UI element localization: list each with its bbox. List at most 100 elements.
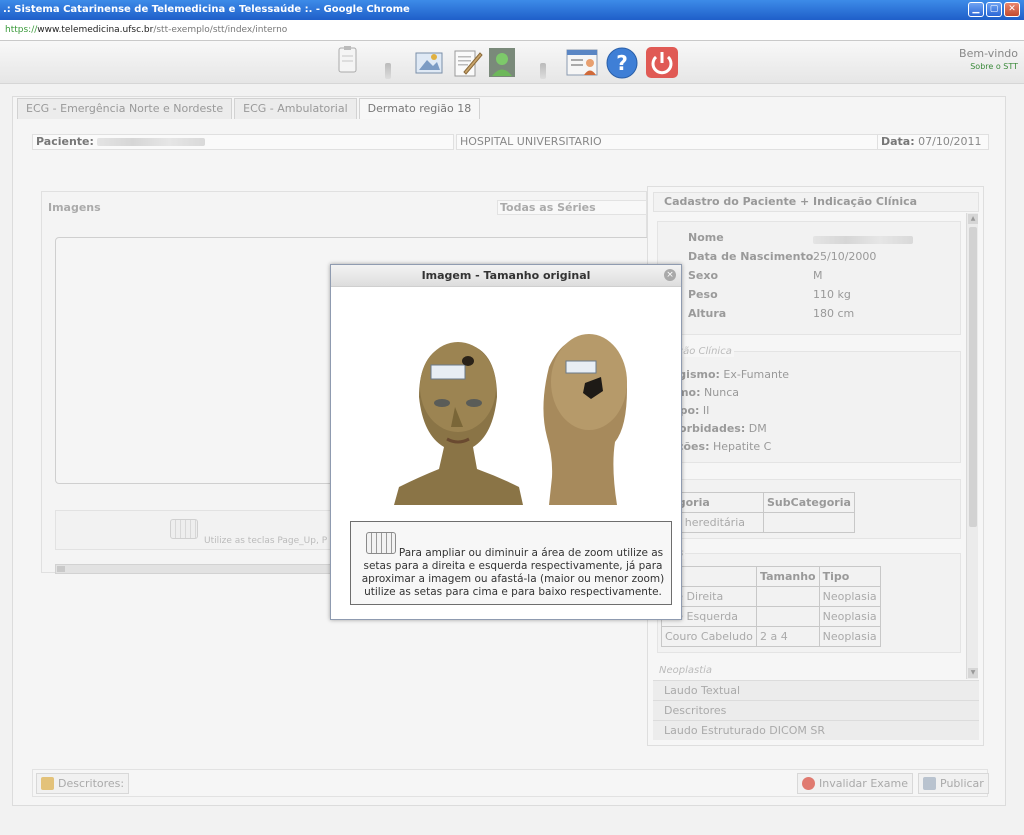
infections-value: Hepatite C	[712, 440, 772, 453]
publish-button[interactable]: Publicar	[918, 773, 989, 794]
address-bar[interactable]: https://www.telemedicina.ufsc.br/stt-exe…	[0, 20, 1024, 41]
cancel-icon	[802, 777, 815, 790]
tab-dermato[interactable]: Dermato região 18	[358, 98, 481, 119]
sex-value: M	[813, 269, 823, 282]
scroll-down-arrow[interactable]: ▼	[968, 668, 978, 678]
dialog-title: Imagem - Tamanho original	[331, 265, 681, 287]
maximize-button[interactable]: ▢	[986, 2, 1002, 17]
pencil-icon	[41, 777, 54, 790]
location-cell: Couro Cabeludo	[661, 626, 757, 647]
url-scheme: https://	[5, 25, 38, 35]
size-cell: 2 a 4	[756, 626, 820, 647]
type-cell: Neoplasia	[818, 626, 881, 647]
subcategory-header: SubCategoria	[763, 492, 855, 513]
save-disk-icon	[923, 777, 936, 790]
birth-label: Data de Nascimento	[688, 250, 814, 263]
toolbar-separator	[540, 63, 546, 79]
size-cell	[756, 606, 820, 627]
image-original-size-dialog: Imagem - Tamanho original × Para ampliar…	[330, 264, 682, 620]
scroll-up-arrow[interactable]: ▲	[968, 214, 978, 224]
redacted-name-value	[813, 236, 913, 244]
url-path: /stt-exemplo/stt/index/interno	[153, 25, 288, 35]
welcome-area: Bem-vindo Sobre o STT	[959, 47, 1018, 71]
dermatology-image[interactable]	[389, 327, 639, 507]
accordion-descritores[interactable]: Descritores	[653, 700, 979, 720]
weight-label: Peso	[688, 288, 718, 301]
invalidate-exam-button[interactable]: Invalidar Exame	[797, 773, 914, 794]
lesions-table: cal Tamanho Tipo nte Direita Neoplasia n…	[661, 566, 881, 647]
zoom-instructions: Para ampliar ou diminuir a área de zoom …	[350, 521, 672, 605]
about-link[interactable]: Sobre o STT	[959, 62, 1018, 71]
patient-clinical-panel: Cadastro do Paciente + Indicação Clínica…	[647, 186, 984, 746]
patient-label: Paciente:	[36, 135, 94, 148]
window-title: .: Sistema Catarinense de Telemedicina e…	[3, 4, 410, 15]
height-value: 180 cm	[813, 307, 855, 320]
neoplasia-legend: Neoplastia	[659, 665, 713, 676]
comorbidities-value: DM	[748, 422, 767, 435]
accordion-laudo-dicom[interactable]: Laudo Estruturado DICOM SR	[653, 720, 979, 740]
table-row: nte Direita Neoplasia	[661, 586, 881, 607]
category-section: o tegoria SubCategoria xia hereditária	[657, 474, 961, 539]
accordion-laudo-textual[interactable]: Laudo Textual	[653, 680, 979, 700]
report-edit-icon[interactable]	[450, 45, 484, 79]
clinical-indication-section: cação Clínica bagismo: Ex-Fumante lismo:…	[657, 346, 961, 463]
patient-bar: Paciente: HOSPITAL UNIVERSITARIO Data: 0…	[32, 134, 990, 150]
size-cell	[756, 586, 820, 607]
size-header: Tamanho	[756, 566, 820, 587]
smoking-value: Ex-Fumante	[723, 368, 790, 381]
birth-value: 25/10/2000	[813, 250, 877, 263]
image-exam-icon[interactable]	[412, 45, 446, 79]
dialog-close-icon[interactable]: ×	[664, 269, 676, 281]
scroll-left-arrow[interactable]	[57, 566, 65, 572]
panel-title[interactable]: Cadastro do Paciente + Indicação Clínica	[653, 192, 979, 212]
toolbar-separator	[385, 63, 391, 79]
panel-content: Nome Data de Nascimento 25/10/2000 Sexo …	[653, 213, 965, 679]
descriptors-button[interactable]: Descritores:	[36, 773, 130, 794]
help-icon[interactable]: ?	[605, 45, 639, 79]
scroll-thumb[interactable]	[969, 227, 977, 527]
hospital-field: HOSPITAL UNIVERSITARIO	[456, 134, 878, 150]
power-logout-icon[interactable]	[645, 45, 679, 79]
welcome-text: Bem-vindo	[959, 47, 1018, 60]
keyboard-hint-text: Utilize as teclas Page_Up, P	[204, 536, 328, 546]
date-field: Data: 07/10/2011	[877, 134, 989, 150]
lesions-section: ões cal Tamanho Tipo nte Direita Neoplas…	[657, 548, 961, 653]
patient-data-section: Nome Data de Nascimento 25/10/2000 Sexo …	[657, 221, 961, 335]
url-host: www.telemedicina.ufsc.br	[37, 25, 154, 35]
type-header: Tipo	[818, 566, 881, 587]
module-tabs: ECG - Emergência Norte e Nordeste ECG - …	[17, 98, 482, 119]
app-toolbar: ? Bem-vindo Sobre o STT	[0, 41, 1024, 84]
table-row: Couro Cabeludo 2 a 4 Neoplasia	[661, 626, 881, 647]
height-label: Altura	[688, 307, 727, 320]
name-label: Nome	[688, 231, 724, 244]
vertical-scrollbar[interactable]: ▲ ▼	[966, 213, 978, 679]
keyboard-icon	[170, 519, 198, 539]
table-row: nte Esquerda Neoplasia	[661, 606, 881, 627]
sex-label: Sexo	[688, 269, 719, 282]
type-cell: Neoplasia	[818, 586, 881, 607]
type-cell: Neoplasia	[818, 606, 881, 627]
tab-ecg-ambulatorial[interactable]: ECG - Ambulatorial	[234, 98, 357, 119]
redacted-patient-name	[97, 138, 206, 146]
patient-icon[interactable]	[486, 45, 520, 79]
patient-field: Paciente:	[32, 134, 454, 150]
images-title: Imagens	[48, 201, 101, 214]
descriptors-label: Descritores:	[58, 777, 125, 790]
alcohol-value: Nunca	[704, 386, 739, 399]
window-titlebar: .: Sistema Catarinense de Telemedicina e…	[0, 0, 1024, 20]
user-profile-icon[interactable]	[565, 45, 599, 79]
tab-ecg-emergencia[interactable]: ECG - Emergência Norte e Nordeste	[17, 98, 233, 119]
invalidate-label: Invalidar Exame	[819, 777, 909, 790]
minimize-button[interactable]: ▁	[968, 2, 984, 17]
exam-date: 07/10/2011	[918, 135, 982, 148]
category-table: tegoria SubCategoria xia hereditária	[661, 492, 855, 533]
close-window-button[interactable]: ✕	[1004, 2, 1020, 17]
zoom-instructions-text: Para ampliar ou diminuir a área de zoom …	[361, 547, 665, 598]
subcategory-cell	[763, 512, 855, 533]
table-row: xia hereditária	[661, 512, 855, 533]
series-select[interactable]: Todas as Séries	[497, 200, 647, 215]
bottom-action-bar: Descritores: Invalidar Exame Publicar	[32, 769, 989, 797]
publish-label: Publicar	[940, 777, 984, 790]
weight-value: 110 kg	[813, 288, 851, 301]
clipboard-icon[interactable]	[335, 45, 361, 79]
